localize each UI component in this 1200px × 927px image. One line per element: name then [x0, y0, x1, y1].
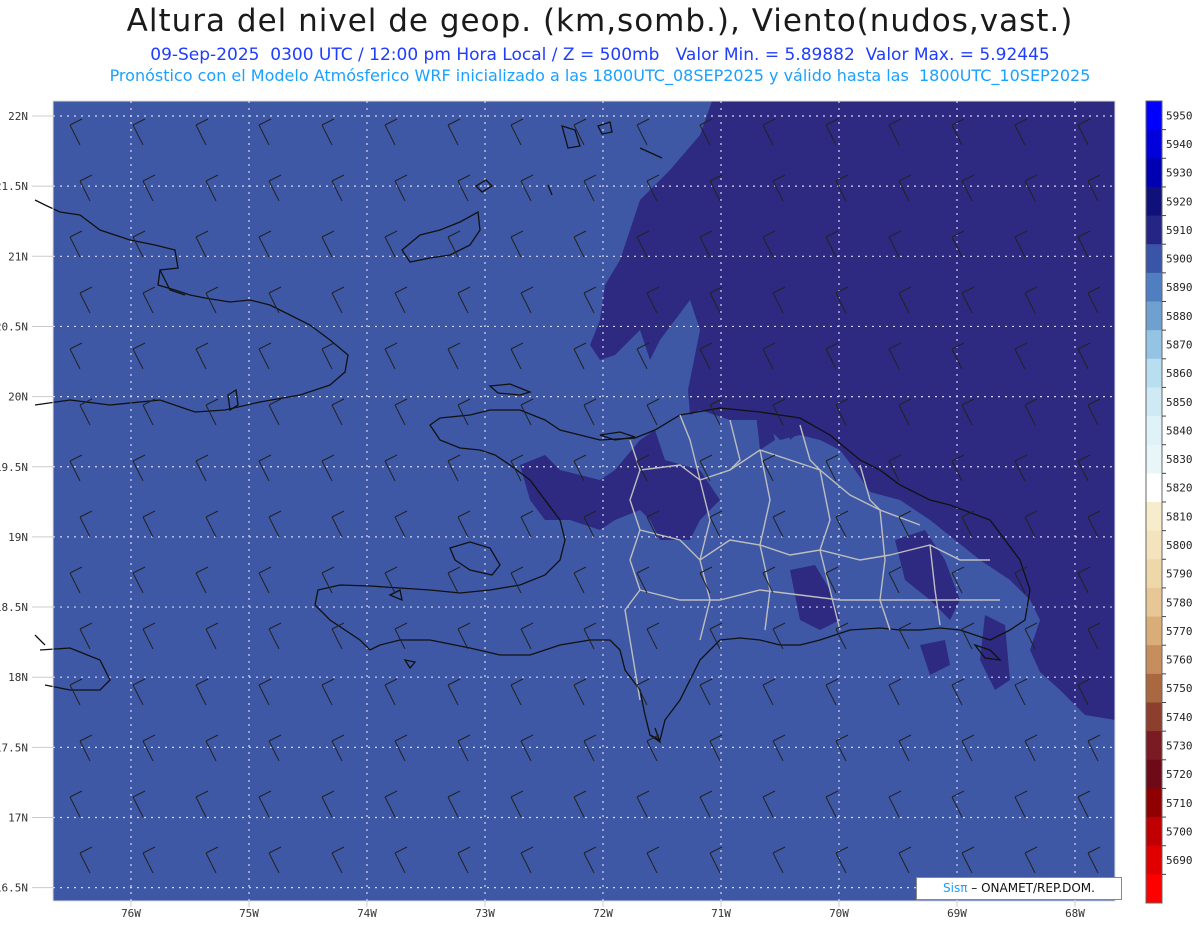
colorbar-label: 5860	[1166, 367, 1193, 380]
longitude-label: 68W	[1065, 907, 1085, 920]
latitude-label: 17N	[8, 812, 28, 825]
colorbar-swatch	[1146, 616, 1162, 646]
colorbar-label: 5830	[1166, 453, 1193, 466]
latitude-label: 20N	[8, 391, 28, 404]
colorbar-swatch	[1146, 788, 1162, 818]
colorbar-label: 5780	[1166, 596, 1193, 609]
colorbar-swatch	[1146, 673, 1162, 703]
colorbar-label: 5930	[1166, 167, 1193, 180]
colorbar-swatch	[1146, 702, 1162, 732]
colorbar-label: 5760	[1166, 654, 1193, 667]
colorbar-label: 5900	[1166, 253, 1193, 266]
latitude-label: 20.5N	[0, 320, 28, 333]
geopotential-map: 22N 21.5N 21N 20.5N 20N 19.5N 19N 18.5N 18N 17.5N…	[0, 100, 1193, 920]
colorbar-swatch	[1146, 530, 1162, 560]
latitude-label: 19.5N	[0, 461, 28, 474]
colorbar-swatch	[1146, 845, 1162, 875]
longitude-axis: 76W 75W 74W 73W 72W 71W 70W 69W 68W	[121, 901, 1085, 920]
colorbar-swatch	[1146, 129, 1162, 159]
colorbar-swatch	[1146, 759, 1162, 789]
longitude-label: 74W	[357, 907, 377, 920]
colorbar-label: 5870	[1166, 338, 1193, 351]
colorbar-swatch	[1146, 387, 1162, 417]
colorbar-swatch	[1146, 502, 1162, 532]
colorbar-swatch	[1146, 587, 1162, 618]
colorbar-label: 5840	[1166, 424, 1193, 437]
longitude-label: 73W	[475, 907, 495, 920]
colorbar-label: 5850	[1166, 396, 1193, 409]
latitude-label: 22N	[8, 110, 28, 123]
colorbar-swatch	[1146, 645, 1162, 675]
credit-brand: Sisπ	[943, 881, 968, 895]
colorbar-label: 5820	[1166, 482, 1193, 495]
colorbar-swatch	[1146, 301, 1162, 331]
longitude-label: 71W	[711, 907, 731, 920]
colorbar-swatch	[1146, 473, 1162, 503]
colorbar-swatch	[1146, 416, 1162, 446]
latitude-label: 21.5N	[0, 180, 28, 193]
colorbar-label: 5730	[1166, 739, 1193, 752]
colorbar-swatch	[1146, 444, 1162, 474]
colorbar-label: 5790	[1166, 568, 1193, 581]
colorbar-swatch	[1146, 358, 1162, 388]
colorbar-swatch	[1146, 272, 1162, 302]
colorbar-swatch	[1146, 158, 1162, 188]
colorbar-label: 5700	[1166, 825, 1193, 838]
longitude-label: 76W	[121, 907, 141, 920]
colorbar-swatch	[1146, 559, 1162, 589]
colorbar-swatch	[1146, 330, 1162, 360]
longitude-label: 72W	[593, 907, 613, 920]
colorbar-swatch	[1146, 874, 1162, 904]
colorbar-swatch	[1146, 817, 1162, 847]
colorbar-label: 5800	[1166, 539, 1193, 552]
colorbar-label: 5690	[1166, 854, 1193, 867]
colorbar-swatch	[1146, 731, 1162, 761]
latitude-axis: 22N 21.5N 21N 20.5N 20N 19.5N 19N 18.5N 18N 17.5N…	[0, 110, 53, 895]
latitude-label: 18.5N	[0, 601, 28, 614]
latitude-label: 16.5N	[0, 882, 28, 895]
longitude-label: 75W	[239, 907, 259, 920]
colorbar-label: 5750	[1166, 682, 1193, 695]
colorbar-swatch	[1146, 101, 1162, 131]
colorbar-label: 5950	[1166, 109, 1193, 122]
credit-text: – ONAMET/REP.DOM.	[967, 881, 1095, 895]
colorbar-label: 5810	[1166, 510, 1193, 523]
colorbar-label: 5710	[1166, 797, 1193, 810]
colorbar-label: 5770	[1166, 625, 1193, 638]
colorbar-label: 5940	[1166, 138, 1193, 151]
colorbar-label: 5740	[1166, 711, 1193, 724]
colorbar-label: 5880	[1166, 310, 1193, 323]
colorbar-label: 5720	[1166, 768, 1193, 781]
longitude-label: 70W	[829, 907, 849, 920]
colorbar-swatch	[1146, 186, 1162, 217]
colorbar-swatch	[1146, 215, 1162, 245]
colorbar-label: 5890	[1166, 281, 1193, 294]
colorbar: 5950 5940 5930 5920 5910 5900 5890 5880 5870 5860…	[1145, 100, 1193, 904]
colorbar-label: 5910	[1166, 224, 1193, 237]
latitude-label: 21N	[8, 250, 28, 263]
latitude-label: 19N	[8, 531, 28, 544]
latitude-label: 18N	[8, 671, 28, 684]
credit-box: Sisπ – ONAMET/REP.DOM.	[916, 877, 1122, 900]
colorbar-label: 5920	[1166, 195, 1193, 208]
latitude-label: 17.5N	[0, 741, 28, 754]
longitude-label: 69W	[947, 907, 967, 920]
colorbar-swatch	[1146, 244, 1162, 274]
